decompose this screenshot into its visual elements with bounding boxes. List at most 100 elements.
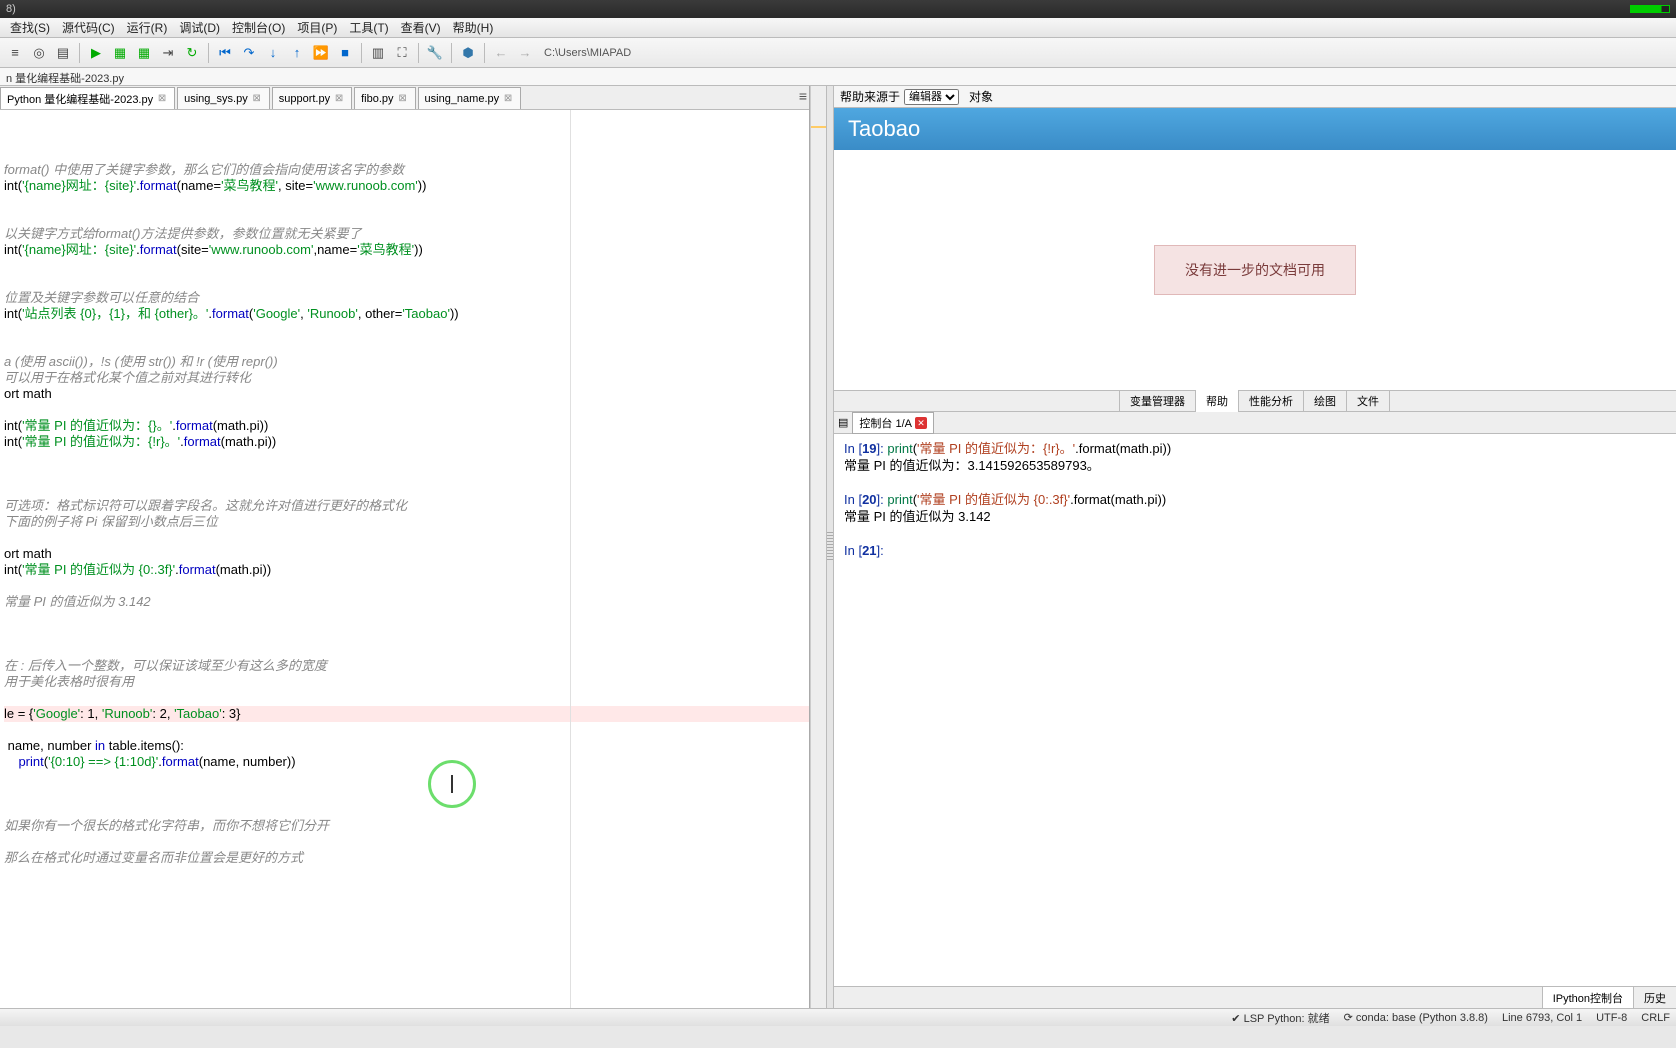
target-icon[interactable]: ◎ [28, 42, 50, 64]
code-line [4, 626, 809, 642]
stop-icon[interactable]: ■ [334, 42, 356, 64]
run-cell-advance-icon[interactable]: ▦ [133, 42, 155, 64]
editor-tab[interactable]: using_name.py⊠ [418, 87, 522, 109]
rerun-icon[interactable]: ↻ [181, 42, 203, 64]
right-tab[interactable]: 帮助 [1195, 390, 1239, 412]
status-position: Line 6793, Col 1 [1502, 1012, 1582, 1024]
right-tabs: 变量管理器帮助性能分析绘图文件 [834, 390, 1676, 412]
tab-label: fibo.py [361, 93, 393, 105]
code-line: 用于美化表格时很有用 [4, 674, 809, 690]
code-line [4, 466, 809, 482]
right-tab[interactable]: 变量管理器 [1119, 390, 1196, 412]
close-icon[interactable]: ⊠ [333, 93, 345, 105]
bottom-tabs: IPython控制台历史 [834, 986, 1676, 1008]
console-line: In [20]: print('常量 PI 的值近似为 {0:.3f}'.for… [844, 491, 1666, 508]
code-line [4, 322, 809, 338]
right-tab[interactable]: 文件 [1346, 390, 1390, 412]
editor-tab[interactable]: fibo.py ⊠ [354, 87, 415, 109]
code-line: le = {'Google': 1, 'Runoob': 2, 'Taobao'… [4, 706, 809, 722]
menu-item[interactable]: 运行(R) [121, 17, 174, 38]
console-output[interactable]: In [19]: print('常量 PI 的值近似为：{!r}。'.forma… [834, 434, 1676, 986]
python-icon[interactable]: ⬢ [457, 42, 479, 64]
menubar: 查找(S)源代码(C)运行(R)调试(D)控制台(O)项目(P)工具(T)查看(… [0, 18, 1676, 38]
close-icon[interactable]: ✕ [915, 417, 927, 429]
tabs-menu-icon[interactable]: ≡ [799, 88, 807, 104]
pane-splitter[interactable] [826, 86, 834, 1008]
file-tab-label[interactable]: n 量化编程基础-2023.py [6, 73, 124, 85]
settings-icon[interactable]: 🔧 [424, 42, 446, 64]
layout-icon[interactable]: ▥ [367, 42, 389, 64]
back-icon[interactable]: ← [490, 42, 512, 64]
code-line: 在 : 后传入一个整数，可以保证该域至少有这么多的宽度 [4, 658, 809, 674]
continue-icon[interactable]: ⏩ [310, 42, 332, 64]
tab-label: using_sys.py [184, 93, 248, 105]
menu-item[interactable]: 查看(V) [395, 17, 447, 38]
console-line [844, 525, 1666, 542]
code-line [4, 578, 809, 594]
editor-tabs: Python 量化编程基础-2023.py⊠using_sys.py⊠suppo… [0, 86, 809, 110]
help-source-select[interactable]: 编辑器 [904, 89, 959, 105]
close-icon[interactable]: ⊠ [156, 93, 168, 105]
run-cell-icon[interactable]: ▦ [109, 42, 131, 64]
console-line: In [19]: print('常量 PI 的值近似为：{!r}。'.forma… [844, 440, 1666, 457]
editor-tab[interactable]: Python 量化编程基础-2023.py⊠ [0, 87, 175, 109]
titlebar-text: 8) [6, 3, 16, 15]
code-line: int('{name}网址：{site}'.format(name='菜鸟教程'… [4, 178, 809, 194]
toolbar: ≡ ◎ ▤ ▶ ▦ ▦ ⇥ ↻ ⏮ ↷ ↓ ↑ ⏩ ■ ▥ ⛶ 🔧 ⬢ ← → … [0, 38, 1676, 68]
folder-icon[interactable]: ▤ [52, 42, 74, 64]
close-icon[interactable]: ⊠ [397, 93, 409, 105]
editor-tab[interactable]: using_sys.py⊠ [177, 87, 270, 109]
close-icon[interactable]: ⊠ [502, 93, 514, 105]
status-lsp: ✔ LSP Python: 就绪 [1231, 1010, 1329, 1026]
console-line [844, 474, 1666, 491]
step-over-icon[interactable]: ↷ [238, 42, 260, 64]
status-conda: ⟳ conda: base (Python 3.8.8) [1344, 1011, 1488, 1024]
code-line: 可以用于在格式化某个值之前对其进行转化 [4, 370, 809, 386]
code-line: int('常量 PI 的值近似为 {0:.3f}'.format(math.pi… [4, 562, 809, 578]
code-line [4, 194, 809, 210]
os-titlebar: 8) [0, 0, 1676, 18]
console-list-icon[interactable]: ▤ [838, 416, 848, 429]
code-line: a (使用 ascii())，!s (使用 str()) 和 !r (使用 re… [4, 354, 809, 370]
step-out-icon[interactable]: ↑ [286, 42, 308, 64]
code-line [4, 802, 809, 818]
menu-item[interactable]: 源代码(C) [56, 17, 121, 38]
debug-start-icon[interactable]: ⏮ [214, 42, 236, 64]
code-editor[interactable]: format() 中使用了关键字参数，那么它们的值会指向使用该名字的参数int(… [0, 110, 809, 1008]
menu-item[interactable]: 控制台(O) [226, 17, 291, 38]
run-icon[interactable]: ▶ [85, 42, 107, 64]
editor-tab[interactable]: support.py⊠ [272, 87, 352, 109]
right-tab[interactable]: 性能分析 [1238, 390, 1304, 412]
menu-item[interactable]: 工具(T) [343, 17, 394, 38]
file-tab-row: n 量化编程基础-2023.py [0, 68, 1676, 86]
console-tab[interactable]: 控制台 1/A ✕ [852, 412, 934, 434]
doc-title: Taobao [834, 108, 1676, 150]
menu-item[interactable]: 项目(P) [291, 17, 343, 38]
bottom-tab[interactable]: 历史 [1633, 987, 1676, 1008]
code-line: 如果你有一个很长的格式化字符串，而你不想将它们分开 [4, 818, 809, 834]
maximize-icon[interactable]: ⛶ [391, 42, 413, 64]
code-line [4, 402, 809, 418]
code-line [4, 834, 809, 850]
working-dir-path[interactable]: C:\Users\MIAPAD [538, 47, 1672, 59]
code-line: 以关键字方式给format()方法提供参数，参数位置就无关紧要了 [4, 226, 809, 242]
menu-item[interactable]: 查找(S) [4, 17, 56, 38]
step-into-icon[interactable]: ↓ [262, 42, 284, 64]
column-guide [570, 110, 571, 1008]
tab-label: support.py [279, 93, 330, 105]
run-selection-icon[interactable]: ⇥ [157, 42, 179, 64]
menu-icon[interactable]: ≡ [4, 42, 26, 64]
menu-item[interactable]: 调试(D) [173, 17, 226, 38]
console-tabs: ▤ 控制台 1/A ✕ [834, 412, 1676, 434]
close-icon[interactable]: ⊠ [251, 93, 263, 105]
menu-item[interactable]: 帮助(H) [447, 17, 500, 38]
code-line: int('{name}网址：{site}'.format(site='www.r… [4, 242, 809, 258]
forward-icon[interactable]: → [514, 42, 536, 64]
editor-scrollbar[interactable] [810, 86, 826, 1008]
bottom-tab[interactable]: IPython控制台 [1542, 987, 1634, 1008]
help-source-label: 帮助来源于 [840, 88, 900, 105]
code-line [4, 786, 809, 802]
code-line [4, 338, 809, 354]
right-tab[interactable]: 绘图 [1303, 390, 1347, 412]
status-eol: CRLF [1641, 1012, 1670, 1024]
